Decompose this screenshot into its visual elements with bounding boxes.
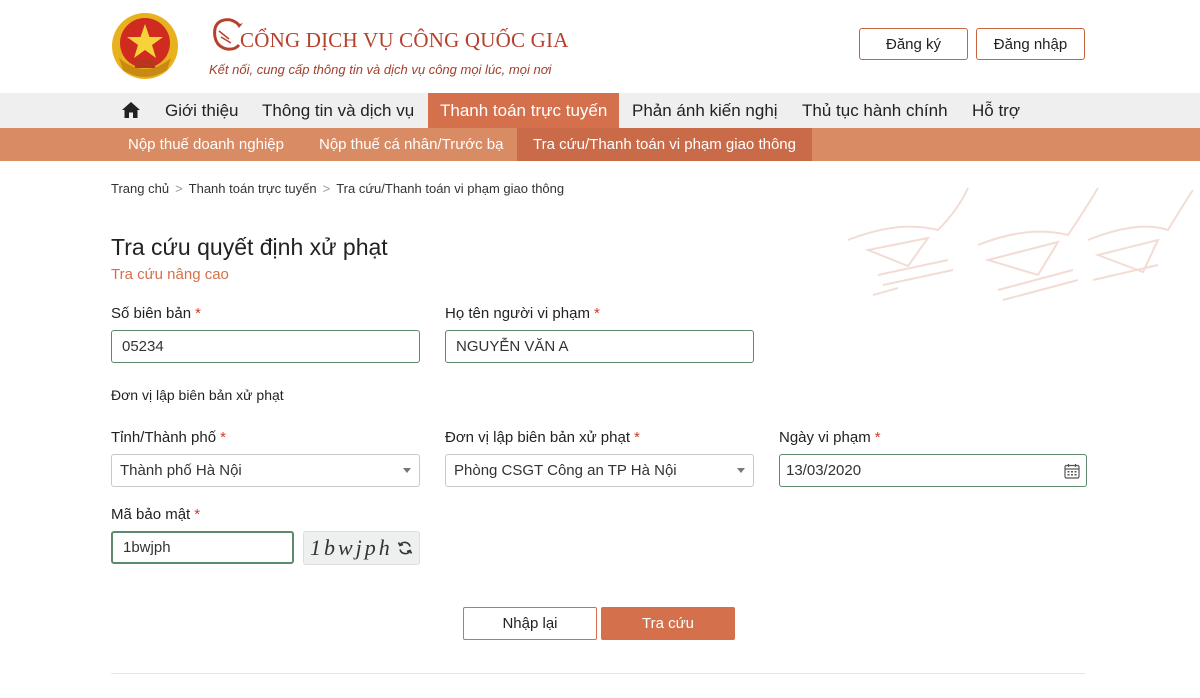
brand-tagline: Kết nối, cung cấp thông tin và dịch vụ c… <box>209 62 552 77</box>
record-number-label: Số biên bản * <box>111 305 201 322</box>
subnav-item-nop-thue-doanh-nghiep[interactable]: Nộp thuế doanh nghiệp <box>128 128 284 161</box>
brand-bird-logo-icon <box>213 18 243 51</box>
register-button[interactable]: Đăng ký <box>859 28 968 60</box>
record-number-input[interactable]: 05234 <box>111 330 420 363</box>
brand-title[interactable]: CỔNG DỊCH VỤ CÔNG QUỐC GIA <box>240 28 569 53</box>
search-button[interactable]: Tra cứu <box>601 607 735 640</box>
required-mark: * <box>194 506 201 523</box>
captcha-input[interactable]: 1bwjph <box>111 531 294 564</box>
violator-name-label-text: Họ tên người vi phạm <box>445 305 590 322</box>
violator-name-input[interactable]: NGUYỄN VĂN A <box>445 330 754 363</box>
required-mark: * <box>195 305 201 322</box>
captcha-label: Mã bảo mật * <box>111 506 200 523</box>
required-mark: * <box>634 429 640 446</box>
province-label: Tỉnh/Thành phố * <box>111 429 226 446</box>
province-selected-value: Thành phố Hà Nội <box>120 462 242 479</box>
refresh-icon[interactable] <box>397 540 413 556</box>
main-nav: Giới thiệu Thông tin và dịch vụ Thanh to… <box>0 93 1200 128</box>
captcha-image: 1bwjph <box>303 531 420 565</box>
issuing-unit-label-text: Đơn vị lập biên bản xử phạt <box>445 429 630 446</box>
nav-item-thong-tin-dich-vu[interactable]: Thông tin và dịch vụ <box>262 93 414 128</box>
breadcrumb-current: Tra cứu/Thanh toán vi phạm giao thông <box>336 181 565 196</box>
breadcrumb-thanh-toan[interactable]: Thanh toán trực tuyến <box>189 181 317 196</box>
calendar-icon[interactable] <box>1064 463 1080 479</box>
advanced-search-link[interactable]: Tra cứu nâng cao <box>111 266 229 283</box>
issuing-unit-select[interactable]: Phòng CSGT Công an TP Hà Nội <box>445 454 754 487</box>
site-header: CỔNG DỊCH VỤ CÔNG QUỐC GIA Kết nối, cung… <box>0 0 1200 93</box>
province-select[interactable]: Thành phố Hà Nội <box>111 454 420 487</box>
login-button[interactable]: Đăng nhập <box>976 28 1085 60</box>
chevron-down-icon <box>403 468 411 473</box>
nav-item-phan-anh-kien-nghi[interactable]: Phản ánh kiến nghị <box>632 93 778 128</box>
issuing-unit-label: Đơn vị lập biên bản xử phạt * <box>445 429 640 446</box>
divider <box>111 673 1085 674</box>
reset-button[interactable]: Nhập lại <box>463 607 597 640</box>
violation-date-label-text: Ngày vi phạm <box>779 429 871 446</box>
breadcrumb-separator: > <box>175 181 183 196</box>
captcha-label-text: Mã bảo mật <box>111 506 191 523</box>
page-title: Tra cứu quyết định xử phạt <box>111 234 388 260</box>
required-mark: * <box>593 305 600 322</box>
breadcrumb: Trang chủ > Thanh toán trực tuyến > Tra cứu/… <box>111 181 564 196</box>
issuing-unit-section-label: Đơn vị lập biên bản xử phạt <box>111 387 284 403</box>
violator-name-value: NGUYỄN VĂN A <box>456 338 569 355</box>
sub-nav: Nộp thuế doanh nghiệp Nộp thuế cá nhân/T… <box>0 128 1200 161</box>
required-mark: * <box>874 429 881 446</box>
violation-date-input[interactable]: 13/03/2020 <box>779 454 1087 487</box>
subnav-item-tra-cuu-vi-pham[interactable]: Tra cứu/Thanh toán vi phạm giao thông <box>517 128 812 161</box>
nav-item-ho-tro[interactable]: Hỗ trợ <box>972 93 1020 128</box>
national-emblem-icon <box>112 13 178 79</box>
chevron-down-icon <box>737 468 745 473</box>
violation-date-label: Ngày vi phạm * <box>779 429 881 446</box>
issuing-unit-selected-value: Phòng CSGT Công an TP Hà Nội <box>454 462 677 479</box>
nav-item-thanh-toan-truc-tuyen[interactable]: Thanh toán trực tuyến <box>428 93 620 128</box>
record-number-value: 05234 <box>122 338 164 355</box>
province-label-text: Tỉnh/Thành phố <box>111 429 217 446</box>
captcha-input-value: 1bwjph <box>123 539 171 556</box>
home-icon[interactable] <box>121 101 141 119</box>
violation-date-value: 13/03/2020 <box>786 462 862 479</box>
nav-item-thu-tuc-hanh-chinh[interactable]: Thủ tục hành chính <box>802 93 948 128</box>
subnav-item-nop-thue-ca-nhan[interactable]: Nộp thuế cá nhân/Trước bạ <box>319 128 503 161</box>
decorative-cranes-icon <box>847 187 1194 301</box>
required-mark: * <box>220 429 226 446</box>
captcha-image-text: 1bwjph <box>310 535 393 560</box>
record-number-label-text: Số biên bản <box>111 305 192 322</box>
violator-name-label: Họ tên người vi phạm * <box>445 305 600 322</box>
breadcrumb-home[interactable]: Trang chủ <box>111 181 169 196</box>
nav-item-gioi-thieu[interactable]: Giới thiệu <box>165 93 239 128</box>
breadcrumb-separator: > <box>322 181 331 196</box>
